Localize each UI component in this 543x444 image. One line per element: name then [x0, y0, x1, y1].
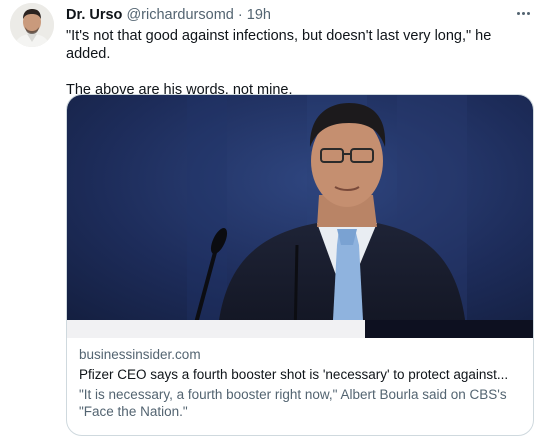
card-domain: businessinsider.com — [79, 347, 201, 362]
card-description: "It is necessary, a fourth booster right… — [79, 387, 507, 419]
avatar-photo — [10, 3, 54, 47]
display-name[interactable]: Dr. Urso — [66, 7, 122, 23]
tweet-text-line: "It's not that good against infections, … — [66, 28, 492, 62]
tweet-header: Dr. Urso @richardursomd · 19h — [66, 6, 271, 24]
timestamp[interactable]: 19h — [247, 7, 271, 23]
more-horizontal-icon[interactable] — [513, 6, 533, 20]
card-info[interactable]: businessinsider.com Pfizer CEO says a fo… — [79, 346, 525, 420]
link-card[interactable]: businessinsider.com Pfizer CEO says a fo… — [66, 94, 534, 436]
tweet-text: "It's not that good against infections, … — [66, 27, 536, 99]
avatar[interactable] — [10, 3, 54, 47]
card-title: Pfizer CEO says a fourth booster shot is… — [79, 367, 509, 382]
speaker-photo — [67, 95, 533, 338]
user-handle[interactable]: @richardursomd — [126, 7, 233, 23]
separator-dot: · — [237, 7, 243, 23]
card-image[interactable] — [67, 95, 533, 338]
tweet[interactable]: Dr. Urso @richardursomd · 19h "It's not … — [0, 0, 543, 444]
